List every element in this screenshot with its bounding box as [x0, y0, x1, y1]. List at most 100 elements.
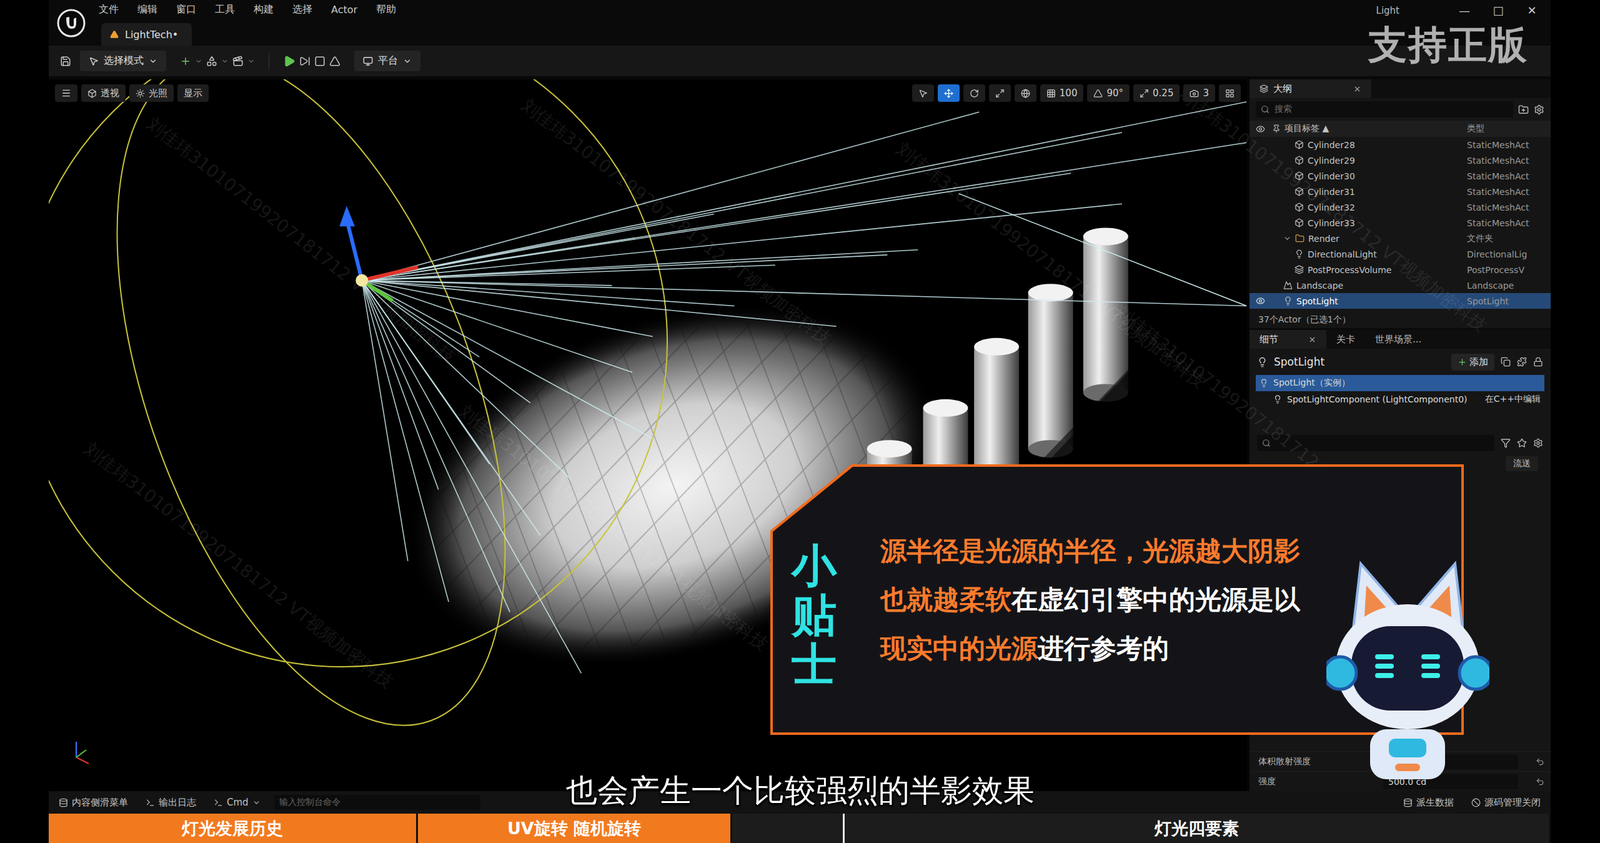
menu-item[interactable]: 选择 [292, 3, 313, 17]
column-header[interactable]: 类型 [1466, 123, 1545, 135]
status-item[interactable]: 内容侧滑菜单 [54, 796, 132, 809]
camera-speed-icon [1189, 88, 1199, 99]
create-tools [174, 55, 260, 67]
unreal-logo-icon[interactable] [56, 8, 86, 38]
menu-item[interactable]: 构建 [253, 3, 274, 17]
play-icon[interactable] [283, 54, 296, 68]
blueprint-icon[interactable] [1500, 356, 1511, 367]
viewport-mode-button[interactable]: 显示 [177, 84, 209, 102]
outliner-row[interactable]: SpotLightSpotLight [1249, 293, 1551, 309]
outliner-search[interactable]: 搜索 [1255, 101, 1514, 118]
status-item[interactable]: 输出日志 [141, 796, 200, 809]
dropdown-icon[interactable] [221, 57, 229, 65]
add-component-button[interactable]: 添加 [1451, 353, 1495, 371]
details-search[interactable] [1257, 434, 1495, 452]
outliner-row[interactable]: Cylinder30StaticMeshAct [1249, 168, 1551, 184]
outliner-row[interactable]: DirectionalLightDirectionalLig [1249, 246, 1551, 262]
outliner-tab[interactable]: 大纲 [1249, 79, 1372, 99]
save-icon[interactable] [59, 55, 72, 67]
status-item[interactable]: 派生数据 [1399, 796, 1458, 809]
details-tab[interactable]: 细节 [1249, 329, 1327, 349]
eye-icon[interactable] [1255, 124, 1266, 134]
select-tool-button[interactable] [912, 84, 935, 102]
window-control-button[interactable]: — [1458, 3, 1471, 17]
status-bar: 内容侧滑菜单输出日志 Cmd 输入控制台命令 派生数据源码管理关闭 [48, 790, 1551, 814]
edit-in-cpp-link[interactable]: 在C++中编辑 [1485, 393, 1541, 405]
outliner-row[interactable]: Cylinder31StaticMeshAct [1249, 183, 1551, 200]
light-cone-line [361, 280, 582, 674]
layout-button[interactable] [1218, 84, 1241, 102]
menu-item[interactable]: 窗口 [176, 3, 197, 17]
window-control-button[interactable]: ✕ [1525, 3, 1539, 17]
details-tab[interactable]: 关卡 [1326, 329, 1366, 349]
settings-icon[interactable] [1533, 104, 1545, 115]
blueprint-icon[interactable] [206, 55, 218, 67]
new-folder-icon[interactable] [1518, 104, 1529, 115]
outliner-row[interactable]: Cylinder33StaticMeshAct [1249, 214, 1551, 231]
chapter-segment[interactable]: 灯光发展历史 [48, 813, 418, 843]
menu-item[interactable]: 编辑 [137, 3, 158, 17]
dropdown-icon[interactable] [247, 57, 255, 65]
add-actor-icon[interactable] [179, 55, 192, 67]
snap-button[interactable]: 100 [1040, 84, 1084, 102]
close-icon[interactable] [1308, 335, 1317, 344]
help-icon[interactable] [1516, 356, 1527, 367]
window-control-button[interactable]: □ [1491, 3, 1505, 17]
stop-icon[interactable] [314, 55, 326, 67]
close-icon[interactable] [1353, 84, 1362, 94]
chapter-segment[interactable]: UV旋转 随机旋转 [417, 813, 733, 843]
document-tab[interactable]: LightTech• [101, 23, 192, 46]
snap-button[interactable]: 90° [1087, 84, 1130, 102]
menu-item[interactable]: 帮助 [376, 3, 397, 17]
details-tab[interactable]: 世界场景... [1365, 329, 1432, 349]
outliner-row[interactable]: Cylinder29StaticMeshAct [1249, 152, 1551, 169]
outliner-row[interactable]: Render文件夹 [1249, 230, 1551, 247]
component-row[interactable]: SpotLight（实例） [1255, 374, 1545, 392]
component-row[interactable]: SpotLightComponent (LightComponent0)在C++… [1255, 391, 1545, 408]
menu-item[interactable]: 文件 [98, 3, 119, 17]
viewport-menu-button[interactable] [54, 84, 78, 102]
light-cone-line [361, 280, 612, 286]
snap-button[interactable]: 3 [1183, 84, 1216, 102]
scale-tool-button[interactable] [988, 84, 1011, 102]
viewport-mode-button[interactable]: 透视 [81, 84, 126, 102]
eject-icon[interactable] [329, 55, 341, 67]
window-title: Light [1376, 3, 1400, 17]
category-tab[interactable]: 流送 [1505, 456, 1539, 472]
filter-icon[interactable] [1500, 437, 1511, 448]
reset-icon[interactable] [1535, 777, 1545, 786]
status-item[interactable]: 源码管理关闭 [1467, 796, 1545, 809]
settings-icon[interactable] [1533, 437, 1544, 448]
menu-item[interactable]: Actor [331, 3, 358, 16]
favorite-icon[interactable] [1516, 437, 1527, 448]
outliner-row[interactable]: PostProcessVolumePostProcessV [1249, 261, 1551, 278]
translate-tool-button[interactable] [937, 84, 960, 102]
row-type: SpotLight [1466, 296, 1545, 307]
actor-name[interactable]: SpotLight [1273, 355, 1446, 368]
console-input[interactable]: 输入控制台命令 [274, 794, 481, 810]
platform-button[interactable]: 平台 [354, 50, 421, 72]
outliner-row[interactable]: LandscapeLandscape [1249, 277, 1551, 294]
transform-gizmo-icon[interactable] [339, 205, 418, 301]
lock-icon[interactable] [1533, 356, 1544, 367]
outliner-row[interactable]: Cylinder28StaticMeshAct [1249, 136, 1551, 153]
reset-icon[interactable] [1535, 757, 1545, 766]
expand-icon[interactable] [1283, 234, 1292, 243]
rotate-tool-button[interactable] [963, 84, 986, 102]
status-item[interactable]: Cmd [209, 796, 265, 808]
viewport-mode-button[interactable]: 光照 [129, 84, 174, 102]
snap-button[interactable]: 0.25 [1133, 84, 1180, 102]
dropdown-icon[interactable] [194, 57, 203, 65]
step-icon[interactable] [299, 55, 311, 67]
cinematics-icon[interactable] [232, 55, 244, 67]
world-space-button[interactable] [1014, 84, 1037, 102]
row-type: DirectionalLig [1466, 249, 1545, 260]
column-header[interactable]: 项目标签 ▲ [1272, 123, 1462, 135]
angle-snap-icon [1093, 88, 1103, 99]
select-mode-button[interactable]: 选择模式 [79, 50, 167, 72]
outliner-row[interactable]: Cylinder32StaticMeshAct [1249, 199, 1551, 215]
eye-icon[interactable] [1255, 296, 1266, 306]
menu-item[interactable]: 工具 [214, 3, 235, 17]
chapter-segment[interactable]: 灯光四要素 [844, 813, 1551, 843]
chapter-bar: 灯光发展历史UV旋转 随机旋转 灯光四要素 [48, 813, 1551, 843]
